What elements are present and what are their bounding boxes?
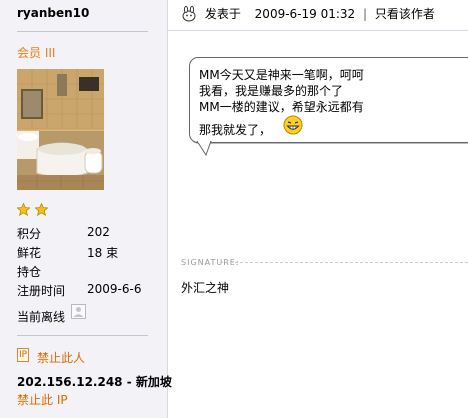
ip-icon: IP (17, 348, 29, 362)
posted-label: 发表于 (204, 7, 241, 21)
header-divider (168, 30, 468, 31)
offline-icon (71, 304, 86, 319)
stat-value-flowers: 18 束 (87, 246, 119, 260)
ban-user-link[interactable]: 禁止此人 (37, 349, 85, 366)
post-line-2: 我看，我是赚最多的那个了 (199, 84, 344, 98)
bubble-tail (196, 141, 212, 157)
post-line-4: 那我就发了， (199, 123, 272, 137)
offline-user-icon (73, 307, 84, 317)
post-icon (182, 5, 196, 21)
signature-divider (220, 262, 468, 263)
stat-value-registered: 2009-6-6 (87, 282, 142, 296)
star-icon (34, 203, 48, 216)
rank-stars (17, 203, 49, 219)
post-datetime: 2009-6-19 01:32 (254, 6, 356, 21)
ip-location: 202.156.12.248 - 新加坡 (17, 375, 172, 389)
header-separator: | (363, 6, 368, 21)
avatar-bathroom-image (17, 69, 104, 190)
sidebar-divider (17, 335, 148, 336)
stat-label-registered: 注册时间 (17, 284, 66, 298)
post-line-1: MM今天又是神来一笔啊，呵呵 (199, 68, 364, 82)
stat-label-flowers: 鲜花 (17, 246, 42, 260)
user-rank: 会员 III (17, 46, 56, 60)
avatar[interactable] (17, 69, 104, 190)
author-only-link[interactable]: 只看该作者 (375, 7, 435, 21)
post-line-3: MM一楼的建议，希望永远都有 (199, 100, 364, 114)
column-divider (167, 0, 168, 418)
stat-label-holdings: 持仓 (17, 265, 42, 279)
online-status: 当前离线 (17, 310, 66, 324)
stat-value-points: 202 (87, 225, 110, 239)
stat-label-points: 积分 (17, 227, 42, 241)
post-header: 发表于 2009-6-19 01:32 | 只看该作者 (181, 5, 435, 23)
grin-emoticon-icon (283, 115, 303, 135)
ban-ip-link[interactable]: 禁止此 IP (17, 391, 68, 408)
sidebar-divider (17, 31, 148, 32)
signature-text: 外汇之神 (181, 281, 230, 295)
star-icon (17, 203, 30, 216)
username[interactable]: ryanben10 (17, 6, 89, 20)
